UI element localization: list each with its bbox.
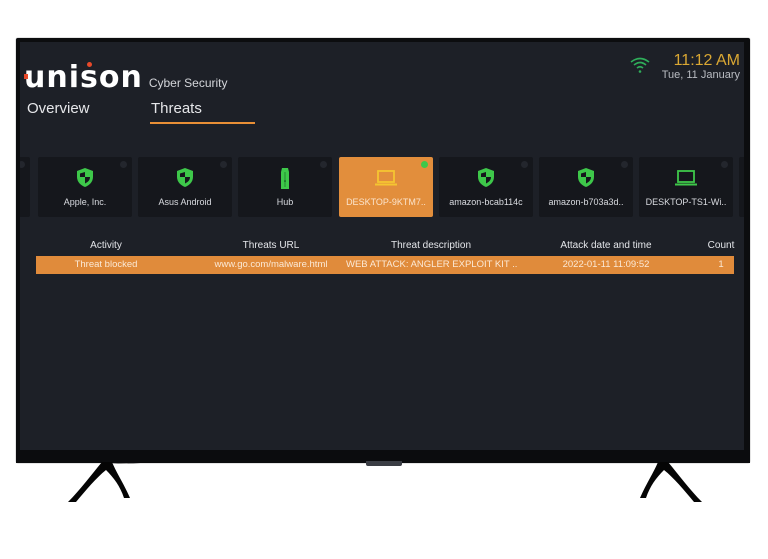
column-header-activity: Activity	[90, 240, 122, 251]
cell-count: 1	[718, 259, 724, 270]
shield-icon	[478, 168, 494, 187]
device-tile[interactable]: DESKTOP-TS1-Wi..	[639, 157, 733, 217]
tv-center-logo	[366, 461, 402, 466]
laptop-icon	[375, 170, 397, 186]
hub-icon	[281, 168, 289, 189]
threats-table-header: Activity Threats URL Threat description …	[36, 240, 736, 254]
tv-left-leg	[68, 462, 162, 502]
cell-threats-url: www.go.com/malware.html	[214, 259, 328, 270]
device-label: Hub	[276, 197, 294, 207]
online-status-dot	[421, 161, 428, 168]
brand-dot	[87, 62, 92, 67]
active-tab-indicator	[150, 122, 255, 124]
tv-right-leg	[640, 462, 702, 502]
clock-time: 11:12 AM	[673, 52, 740, 69]
cell-threat-description: WEB ATTACK: ANGLER EXPLOIT KIT ..	[346, 259, 518, 270]
brand-logo: unison Cyber Security	[24, 60, 228, 95]
tab-threats[interactable]: Threats	[151, 100, 202, 117]
device-tile[interactable]: amazon-bcab114c	[439, 157, 533, 217]
device-label: Apple, Inc.	[63, 197, 107, 207]
shield-icon	[77, 168, 93, 187]
shield-icon	[578, 168, 594, 187]
status-dot	[721, 161, 728, 168]
device-carousel: Apple, Inc. Asus Android Hub DESKTOP-9KT…	[20, 157, 744, 217]
device-tile-partial[interactable]	[739, 157, 744, 217]
column-header-threat-description: Threat description	[390, 240, 472, 251]
status-dot	[20, 161, 25, 168]
device-label: DESKTOP-TS1-Wi..	[645, 197, 727, 207]
clock: 11:12 AM Tue, 11 January	[662, 52, 740, 81]
device-label: DESKTOP-9KTM7..	[346, 197, 426, 207]
column-header-attack-date: Attack date and time	[560, 240, 652, 251]
cell-activity: Threat blocked	[74, 259, 138, 270]
column-header-count: Count	[707, 240, 735, 251]
device-tile[interactable]: amazon-b703a3d..	[539, 157, 633, 217]
brand-accent	[24, 74, 28, 79]
device-tile[interactable]: Hub	[238, 157, 332, 217]
column-header-threats-url: Threats URL	[242, 240, 300, 251]
device-label: amazon-b703a3d..	[548, 197, 624, 207]
clock-date: Tue, 11 January	[661, 69, 740, 81]
device-label: Asus Android	[158, 197, 212, 207]
device-tile-selected[interactable]: DESKTOP-9KTM7..	[339, 157, 433, 217]
brand-subtitle: Cyber Security	[148, 76, 228, 90]
screen: unison Cyber Security Overview Threats 1…	[20, 42, 744, 450]
tab-overview[interactable]: Overview	[27, 100, 90, 117]
device-tile-partial[interactable]	[20, 157, 30, 217]
shield-icon	[177, 168, 193, 187]
device-label: amazon-bcab114c	[449, 197, 523, 207]
table-row[interactable]: Threat blocked www.go.com/malware.html W…	[36, 256, 734, 274]
wifi-icon	[630, 57, 650, 73]
device-tile[interactable]: Asus Android	[138, 157, 232, 217]
laptop-icon	[675, 170, 697, 186]
cell-attack-date: 2022-01-11 11:09:52	[562, 259, 650, 270]
device-tile[interactable]: Apple, Inc.	[38, 157, 132, 217]
brand-name: unison	[24, 60, 143, 95]
